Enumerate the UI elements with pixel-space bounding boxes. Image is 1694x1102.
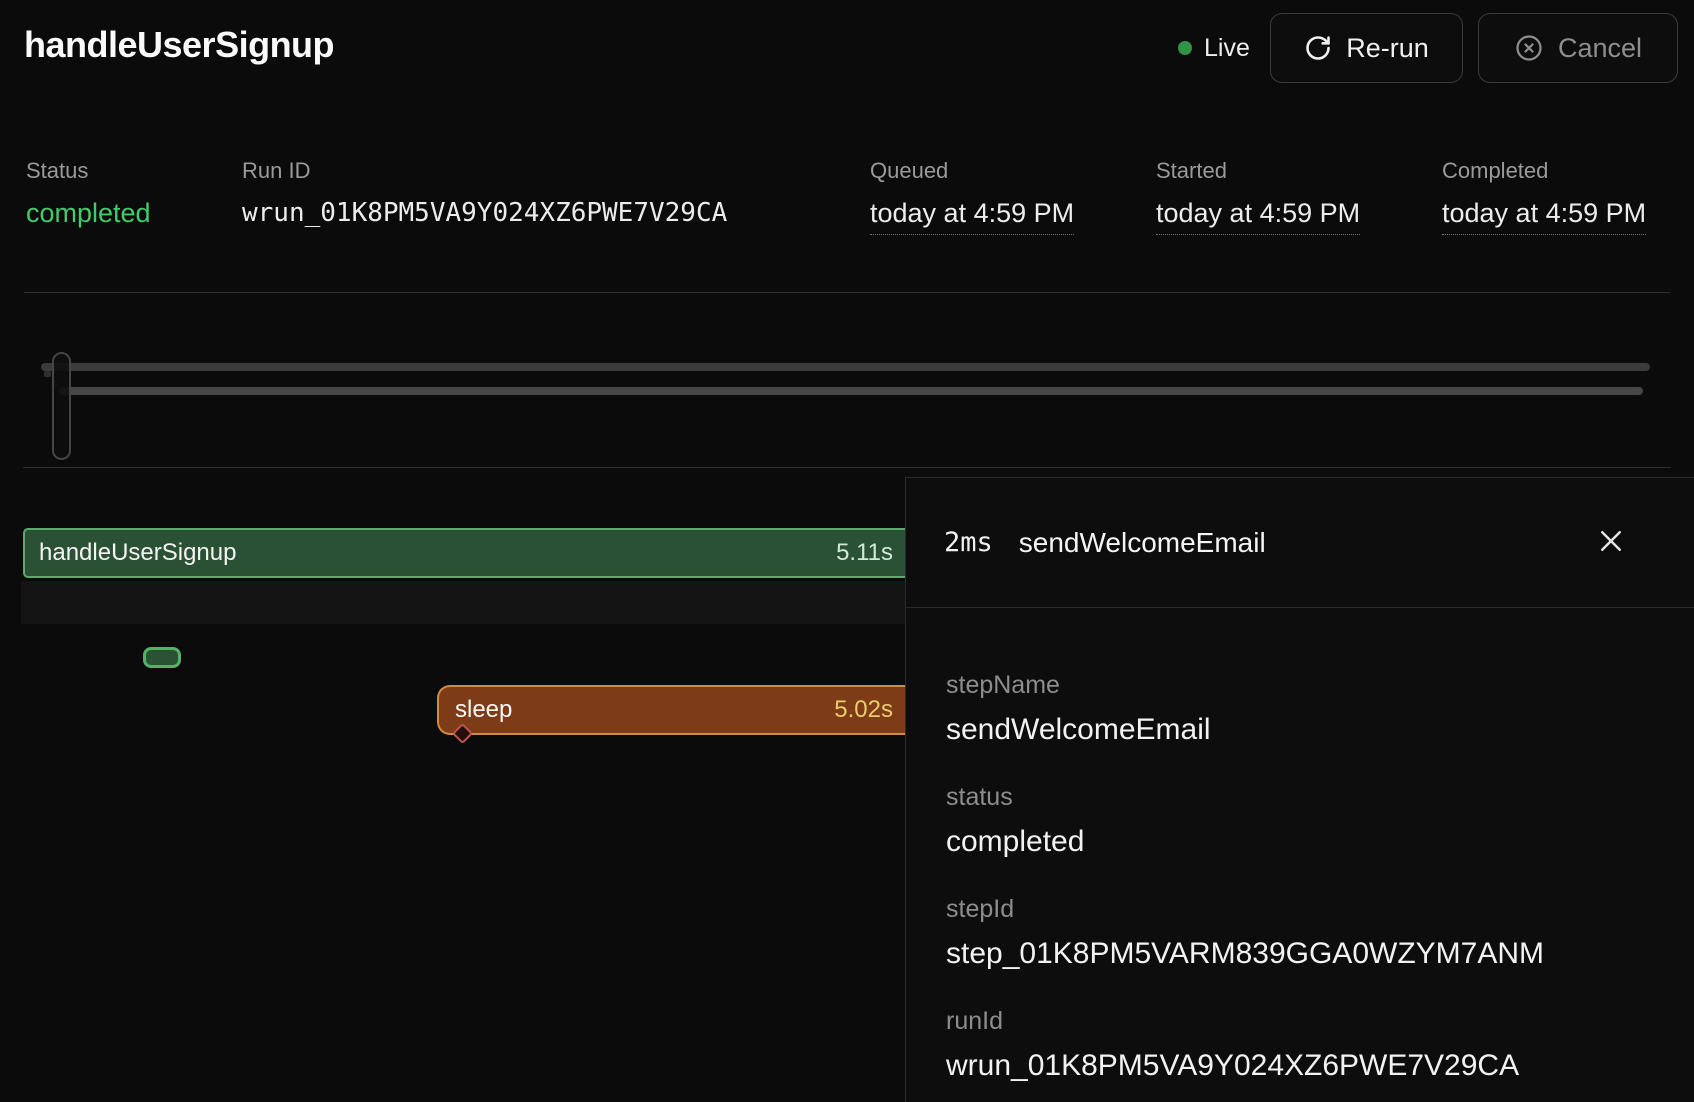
field-label: stepId <box>946 894 1654 924</box>
timeline-top-border <box>23 467 1671 468</box>
circle-x-icon <box>1514 33 1544 63</box>
run-id-label: Run ID <box>242 158 727 184</box>
cancel-button-label: Cancel <box>1558 33 1642 64</box>
minimap-step-mark <box>44 371 51 377</box>
meta-queued: Queued today at 4:59 PM <box>870 158 1074 235</box>
live-label: Live <box>1204 34 1250 63</box>
close-icon <box>1596 526 1626 559</box>
rerun-button-label: Re-run <box>1346 33 1429 64</box>
span-label: sleep <box>455 696 512 724</box>
queued-label: Queued <box>870 158 1074 184</box>
completed-value[interactable]: today at 4:59 PM <box>1442 198 1646 235</box>
status-label: Status <box>26 158 151 184</box>
field-status: status completed <box>946 782 1654 860</box>
cancel-button[interactable]: Cancel <box>1478 13 1678 83</box>
rerun-button[interactable]: Re-run <box>1270 13 1463 83</box>
field-label: runId <box>946 1006 1654 1036</box>
step-duration: 2ms <box>944 527 993 558</box>
refresh-icon <box>1304 34 1332 62</box>
field-value: completed <box>946 824 1654 860</box>
field-value: sendWelcomeEmail <box>946 712 1654 748</box>
field-label: stepName <box>946 670 1654 700</box>
minimap-span-run <box>41 363 1650 371</box>
meta-run-id: Run ID wrun_01K8PM5VA9Y024XZ6PWE7V29CA <box>242 158 727 228</box>
timeline-step-pill-sendWelcomeEmail[interactable] <box>143 647 181 668</box>
meta-status: Status completed <box>26 158 151 228</box>
field-label: status <box>946 782 1654 812</box>
minimap-span-sleep <box>59 387 1643 395</box>
status-value: completed <box>26 198 151 228</box>
timeline-span-handleUserSignup[interactable]: handleUserSignup 5.11s <box>23 528 905 578</box>
span-label: handleUserSignup <box>39 539 236 567</box>
timeline-scrubber-handle[interactable] <box>52 352 71 460</box>
detail-panel-body: stepName sendWelcomeEmail status complet… <box>906 608 1694 1084</box>
meta-started: Started today at 4:59 PM <box>1156 158 1360 235</box>
header-divider <box>24 292 1670 293</box>
step-detail-panel: 2ms sendWelcomeEmail stepName sendWelcom… <box>905 477 1694 1102</box>
close-panel-button[interactable] <box>1594 526 1628 560</box>
completed-label: Completed <box>1442 158 1646 184</box>
selected-row-highlight <box>21 581 905 624</box>
timeline-span-sleep[interactable]: sleep 5.02s <box>437 685 905 735</box>
run-id-value: wrun_01K8PM5VA9Y024XZ6PWE7V29CA <box>242 198 727 228</box>
field-value: step_01K8PM5VARM839GGA0WZYM7ANM <box>946 936 1654 972</box>
meta-completed: Completed today at 4:59 PM <box>1442 158 1646 235</box>
field-stepName: stepName sendWelcomeEmail <box>946 670 1654 748</box>
page-title: handleUserSignup <box>24 24 334 66</box>
field-runId: runId wrun_01K8PM5VA9Y024XZ6PWE7V29CA <box>946 1006 1654 1084</box>
step-title: sendWelcomeEmail <box>1019 527 1266 559</box>
queued-value[interactable]: today at 4:59 PM <box>870 198 1074 235</box>
span-duration: 5.11s <box>836 539 893 567</box>
detail-panel-header: 2ms sendWelcomeEmail <box>906 478 1694 608</box>
live-dot-icon <box>1178 41 1192 55</box>
span-duration: 5.02s <box>834 696 893 724</box>
field-value: wrun_01K8PM5VA9Y024XZ6PWE7V29CA <box>946 1048 1654 1084</box>
workflow-run-page: handleUserSignup Live Re-run Cancel Stat… <box>0 0 1694 1102</box>
started-label: Started <box>1156 158 1360 184</box>
field-stepId: stepId step_01K8PM5VARM839GGA0WZYM7ANM <box>946 894 1654 972</box>
started-value[interactable]: today at 4:59 PM <box>1156 198 1360 235</box>
live-status: Live <box>1178 0 1250 96</box>
